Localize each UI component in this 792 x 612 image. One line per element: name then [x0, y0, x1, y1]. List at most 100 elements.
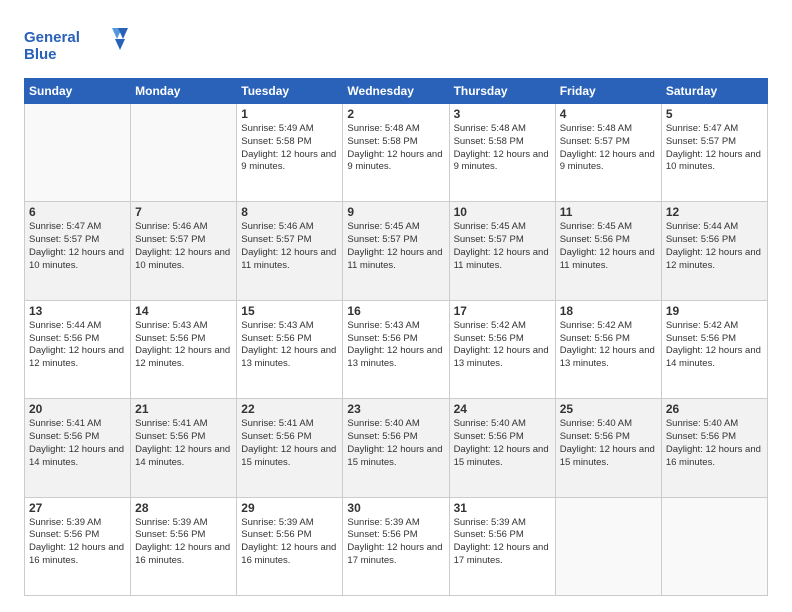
day-info: Sunrise: 5:48 AM Sunset: 5:58 PM Dayligh…: [454, 123, 551, 174]
day-cell: 30Sunrise: 5:39 AM Sunset: 5:56 PM Dayli…: [343, 497, 449, 595]
day-info: Sunrise: 5:42 AM Sunset: 5:56 PM Dayligh…: [454, 320, 551, 371]
day-cell: 9 Sunrise: 5:45 AM Sunset: 5:57 PM Daylig…: [343, 202, 449, 300]
day-info: Sunrise: 5:40 AM Sunset: 5:56 PM Dayligh…: [666, 418, 763, 469]
day-number: 2: [347, 107, 444, 121]
day-cell: 24 Sunrise: 5:40 AM Sunset: 5:56 PM Dayli…: [449, 399, 555, 497]
day-info: Sunrise: 5:42 AM Sunset: 5:56 PM Dayligh…: [560, 320, 657, 371]
day-cell: 19 Sunrise: 5:42 AM Sunset: 5:56 PM Dayli…: [661, 300, 767, 398]
day-cell: 18 Sunrise: 5:42 AM Sunset: 5:56 PM Dayli…: [555, 300, 661, 398]
day-cell: 13 Sunrise: 5:44 AM Sunset: 5:56 PM Dayli…: [25, 300, 131, 398]
day-number: 26: [666, 402, 763, 416]
day-info: Sunrise: 5:47 AM Sunset: 5:57 PM Dayligh…: [666, 123, 763, 174]
day-info: Sunrise: 5:48 AM Sunset: 5:57 PM Dayligh…: [560, 123, 657, 174]
day-info: Sunrise: 5:40 AM Sunset: 5:56 PM Dayligh…: [454, 418, 551, 469]
day-cell: [555, 497, 661, 595]
day-number: 25: [560, 402, 657, 416]
day-info: Sunrise: 5:44 AM Sunset: 5:56 PM Dayligh…: [666, 221, 763, 272]
day-info: Sunrise: 5:44 AM Sunset: 5:56 PM Dayligh…: [29, 320, 126, 371]
day-cell: 6Sunrise: 5:47 AM Sunset: 5:57 PM Daylig…: [25, 202, 131, 300]
day-number: 17: [454, 304, 551, 318]
col-header-thursday: Thursday: [449, 79, 555, 104]
day-number: 18: [560, 304, 657, 318]
day-cell: 3 Sunrise: 5:48 AM Sunset: 5:58 PM Daylig…: [449, 104, 555, 202]
day-number: 16: [347, 304, 444, 318]
day-info: Sunrise: 5:39 AM Sunset: 5:56 PM Dayligh…: [241, 517, 338, 568]
day-number: 5: [666, 107, 763, 121]
day-info: Sunrise: 5:46 AM Sunset: 5:57 PM Dayligh…: [135, 221, 232, 272]
day-number: 8: [241, 205, 338, 219]
week-row-4: 20 Sunrise: 5:41 AM Sunset: 5:56 PM Dayli…: [25, 399, 768, 497]
day-cell: 17 Sunrise: 5:42 AM Sunset: 5:56 PM Dayli…: [449, 300, 555, 398]
day-cell: 22 Sunrise: 5:41 AM Sunset: 5:56 PM Dayli…: [237, 399, 343, 497]
day-cell: 21 Sunrise: 5:41 AM Sunset: 5:56 PM Dayli…: [131, 399, 237, 497]
day-cell: 10Sunrise: 5:45 AM Sunset: 5:57 PM Dayli…: [449, 202, 555, 300]
day-info: Sunrise: 5:42 AM Sunset: 5:56 PM Dayligh…: [666, 320, 763, 371]
week-row-3: 13 Sunrise: 5:44 AM Sunset: 5:56 PM Dayli…: [25, 300, 768, 398]
day-cell: 11Sunrise: 5:45 AM Sunset: 5:56 PM Dayli…: [555, 202, 661, 300]
day-number: 6: [29, 205, 126, 219]
week-row-2: 6Sunrise: 5:47 AM Sunset: 5:57 PM Daylig…: [25, 202, 768, 300]
day-info: Sunrise: 5:45 AM Sunset: 5:57 PM Dayligh…: [454, 221, 551, 272]
day-info: Sunrise: 5:48 AM Sunset: 5:58 PM Dayligh…: [347, 123, 444, 174]
calendar-header-row: SundayMondayTuesdayWednesdayThursdayFrid…: [25, 79, 768, 104]
header: General Blue: [24, 20, 768, 68]
svg-text:Blue: Blue: [24, 46, 57, 63]
day-number: 23: [347, 402, 444, 416]
day-number: 15: [241, 304, 338, 318]
day-info: Sunrise: 5:40 AM Sunset: 5:56 PM Dayligh…: [347, 418, 444, 469]
day-info: Sunrise: 5:41 AM Sunset: 5:56 PM Dayligh…: [135, 418, 232, 469]
day-info: Sunrise: 5:41 AM Sunset: 5:56 PM Dayligh…: [241, 418, 338, 469]
day-cell: 2 Sunrise: 5:48 AM Sunset: 5:58 PM Daylig…: [343, 104, 449, 202]
day-cell: 26 Sunrise: 5:40 AM Sunset: 5:56 PM Dayli…: [661, 399, 767, 497]
day-number: 21: [135, 402, 232, 416]
week-row-1: 1 Sunrise: 5:49 AM Sunset: 5:58 PM Daylig…: [25, 104, 768, 202]
day-cell: 31 Sunrise: 5:39 AM Sunset: 5:56 PM Dayli…: [449, 497, 555, 595]
day-number: 7: [135, 205, 232, 219]
day-cell: [25, 104, 131, 202]
day-cell: 20 Sunrise: 5:41 AM Sunset: 5:56 PM Dayli…: [25, 399, 131, 497]
day-number: 29: [241, 501, 338, 515]
day-info: Sunrise: 5:39 AM Sunset: 5:56 PM Dayligh…: [454, 517, 551, 568]
day-cell: 25 Sunrise: 5:40 AM Sunset: 5:56 PM Dayli…: [555, 399, 661, 497]
day-cell: 12 Sunrise: 5:44 AM Sunset: 5:56 PM Dayli…: [661, 202, 767, 300]
col-header-saturday: Saturday: [661, 79, 767, 104]
logo-svg: General Blue: [24, 24, 134, 68]
day-number: 19: [666, 304, 763, 318]
col-header-tuesday: Tuesday: [237, 79, 343, 104]
day-info: Sunrise: 5:45 AM Sunset: 5:57 PM Dayligh…: [347, 221, 444, 272]
day-number: 13: [29, 304, 126, 318]
day-cell: 29 Sunrise: 5:39 AM Sunset: 5:56 PM Dayli…: [237, 497, 343, 595]
day-number: 9: [347, 205, 444, 219]
day-info: Sunrise: 5:41 AM Sunset: 5:56 PM Dayligh…: [29, 418, 126, 469]
logo: General Blue: [24, 20, 134, 68]
day-info: Sunrise: 5:39 AM Sunset: 5:56 PM Dayligh…: [135, 517, 232, 568]
day-info: Sunrise: 5:43 AM Sunset: 5:56 PM Dayligh…: [347, 320, 444, 371]
day-info: Sunrise: 5:45 AM Sunset: 5:56 PM Dayligh…: [560, 221, 657, 272]
day-info: Sunrise: 5:39 AM Sunset: 5:56 PM Dayligh…: [29, 517, 126, 568]
day-info: Sunrise: 5:43 AM Sunset: 5:56 PM Dayligh…: [135, 320, 232, 371]
day-number: 12: [666, 205, 763, 219]
day-cell: 4 Sunrise: 5:48 AM Sunset: 5:57 PM Daylig…: [555, 104, 661, 202]
day-number: 31: [454, 501, 551, 515]
page: General Blue SundayMondayTuesdayWednesda…: [0, 0, 792, 612]
day-info: Sunrise: 5:49 AM Sunset: 5:58 PM Dayligh…: [241, 123, 338, 174]
day-number: 30: [347, 501, 444, 515]
day-info: Sunrise: 5:46 AM Sunset: 5:57 PM Dayligh…: [241, 221, 338, 272]
day-info: Sunrise: 5:40 AM Sunset: 5:56 PM Dayligh…: [560, 418, 657, 469]
day-cell: 14 Sunrise: 5:43 AM Sunset: 5:56 PM Dayli…: [131, 300, 237, 398]
day-number: 4: [560, 107, 657, 121]
day-number: 24: [454, 402, 551, 416]
day-number: 1: [241, 107, 338, 121]
day-cell: 1 Sunrise: 5:49 AM Sunset: 5:58 PM Daylig…: [237, 104, 343, 202]
col-header-sunday: Sunday: [25, 79, 131, 104]
day-number: 22: [241, 402, 338, 416]
svg-text:General: General: [24, 29, 80, 46]
day-number: 20: [29, 402, 126, 416]
day-number: 14: [135, 304, 232, 318]
day-cell: [131, 104, 237, 202]
day-cell: 23 Sunrise: 5:40 AM Sunset: 5:56 PM Dayli…: [343, 399, 449, 497]
day-cell: 15Sunrise: 5:43 AM Sunset: 5:56 PM Dayli…: [237, 300, 343, 398]
col-header-wednesday: Wednesday: [343, 79, 449, 104]
day-number: 3: [454, 107, 551, 121]
col-header-monday: Monday: [131, 79, 237, 104]
